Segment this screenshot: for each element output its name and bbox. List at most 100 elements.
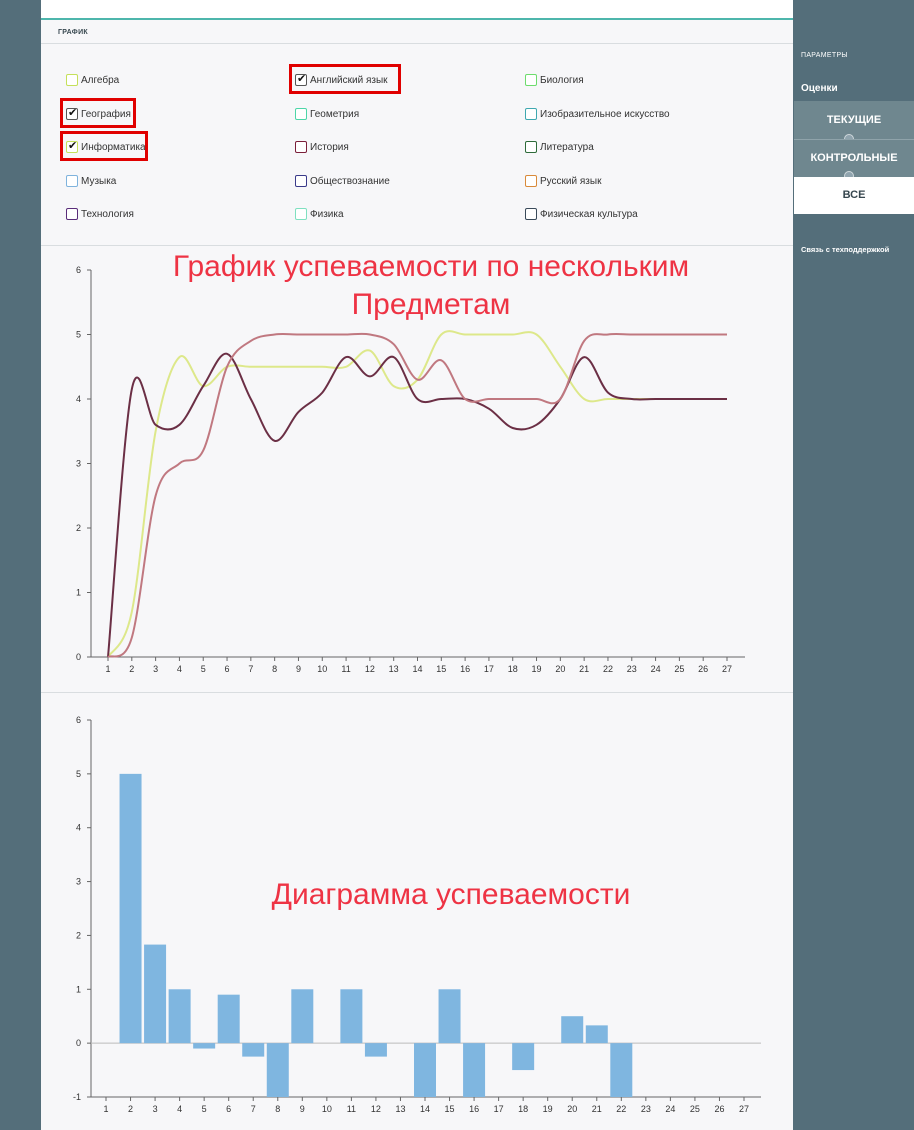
bar: [291, 989, 314, 1044]
x-tick-label: 26: [698, 664, 708, 674]
checkbox-box-icon[interactable]: [525, 141, 537, 153]
x-tick-label: 27: [722, 664, 732, 674]
checkbox-box-icon[interactable]: [525, 208, 537, 220]
subject-checkbox[interactable]: Обществознание: [295, 173, 390, 189]
grades-label: Оценки: [801, 83, 838, 94]
subject-checkbox[interactable]: Русский язык: [525, 173, 601, 189]
x-tick-label: 15: [436, 664, 446, 674]
checkbox-box-icon[interactable]: [66, 208, 78, 220]
support-link[interactable]: Связь с техподдержкой: [801, 245, 889, 254]
y-tick-label: 4: [76, 394, 81, 404]
series-line: [107, 332, 727, 658]
x-tick-label: 12: [371, 1104, 381, 1114]
bar: [561, 1016, 584, 1044]
subject-checkbox[interactable]: Геометрия: [295, 106, 359, 122]
x-tick-label: 13: [389, 664, 399, 674]
line-chart-title-line2: Предметам: [351, 288, 511, 321]
bar: [438, 989, 461, 1044]
subject-label: Обществознание: [310, 175, 390, 187]
subject-label: Геометрия: [310, 108, 360, 120]
sidebar: ПАРАМЕТРЫ Оценки ТЕКУЩИЕ КОНТРОЛЬНЫЕ ВСЕ…: [793, 0, 914, 1130]
all-grades-button[interactable]: ВСЕ: [794, 177, 914, 214]
y-tick-label: -1: [73, 1092, 81, 1102]
checkbox-box-icon[interactable]: [525, 108, 537, 120]
bar: [217, 994, 240, 1044]
x-tick-label: 23: [627, 664, 637, 674]
x-tick-label: 12: [365, 664, 375, 674]
bar: [144, 944, 167, 1044]
x-tick-label: 8: [272, 664, 277, 674]
checkbox-box-icon[interactable]: [295, 208, 307, 220]
y-tick-label: 0: [76, 652, 81, 662]
left-margin: [0, 0, 41, 1130]
y-tick-label: 1: [76, 984, 81, 994]
x-tick-label: 8: [275, 1104, 280, 1114]
divider: [41, 43, 793, 44]
x-tick-label: 11: [347, 1104, 356, 1114]
selection-highlight: [60, 98, 136, 128]
checkbox-box-icon[interactable]: [525, 74, 537, 86]
subject-checkbox[interactable]: Литература: [525, 139, 594, 155]
y-tick-label: 4: [76, 823, 81, 833]
subject-checkbox[interactable]: Биология: [525, 72, 584, 88]
top-bar: [41, 0, 793, 20]
subject-checkbox[interactable]: Физическая культура: [525, 206, 638, 222]
x-tick-label: 6: [225, 664, 230, 674]
x-tick-label: 1: [103, 1104, 108, 1114]
x-tick-label: 1: [105, 664, 110, 674]
x-tick-label: 20: [567, 1104, 577, 1114]
subject-checkbox[interactable]: Музыка: [66, 173, 116, 189]
x-tick-label: 16: [460, 664, 470, 674]
subject-checkbox[interactable]: Физика: [295, 206, 344, 222]
subject-label: Русский язык: [540, 175, 602, 187]
checkbox-box-icon[interactable]: [66, 175, 78, 187]
x-tick-label: 10: [317, 664, 327, 674]
subject-label: История: [310, 141, 349, 153]
x-tick-label: 21: [579, 664, 589, 674]
x-tick-label: 11: [341, 664, 350, 674]
subject-label: Физика: [310, 208, 344, 220]
bar: [266, 1043, 289, 1097]
x-tick-label: 25: [690, 1104, 700, 1114]
bar: [512, 1043, 535, 1071]
subject-label: Литература: [540, 141, 594, 153]
y-tick-label: 3: [76, 877, 81, 887]
x-tick-label: 7: [251, 1104, 256, 1114]
x-tick-label: 14: [412, 664, 422, 674]
checkbox-box-icon[interactable]: [295, 141, 307, 153]
x-tick-label: 5: [201, 664, 206, 674]
x-tick-label: 4: [177, 1104, 182, 1114]
control-grades-button[interactable]: КОНТРОЛЬНЫЕ: [794, 139, 914, 177]
subject-checkbox[interactable]: Алгебра: [66, 72, 119, 88]
checkbox-box-icon[interactable]: [525, 175, 537, 187]
y-tick-label: 2: [76, 930, 81, 940]
y-tick-label: 0: [76, 1038, 81, 1048]
bar: [364, 1043, 387, 1057]
checkbox-box-icon[interactable]: [295, 108, 307, 120]
x-tick-label: 19: [532, 664, 542, 674]
subject-checkbox[interactable]: Технология: [66, 206, 134, 222]
checkbox-box-icon[interactable]: [295, 175, 307, 187]
y-tick-label: 2: [76, 523, 81, 533]
x-tick-label: 17: [494, 1104, 504, 1114]
checkbox-box-icon[interactable]: [66, 74, 78, 86]
params-label: ПАРАМЕТРЫ: [801, 52, 848, 59]
current-grades-button[interactable]: ТЕКУЩИЕ: [794, 101, 914, 139]
subject-label: Алгебра: [81, 74, 120, 86]
x-tick-label: 21: [592, 1104, 602, 1114]
x-tick-label: 10: [322, 1104, 332, 1114]
subject-checkbox[interactable]: Изобразительное искусство: [525, 106, 670, 122]
subject-checkbox[interactable]: История: [295, 139, 349, 155]
selection-highlight: [60, 131, 148, 161]
bar-chart-title: Диаграмма успеваемости: [271, 878, 631, 911]
x-tick-label: 2: [128, 1104, 133, 1114]
subject-label: Физическая культура: [540, 208, 638, 220]
x-tick-label: 4: [177, 664, 182, 674]
x-tick-label: 23: [641, 1104, 651, 1114]
x-tick-label: 22: [603, 664, 613, 674]
y-tick-label: 5: [76, 769, 81, 779]
x-tick-label: 24: [665, 1104, 675, 1114]
x-tick-label: 17: [484, 664, 494, 674]
x-tick-label: 18: [518, 1104, 528, 1114]
y-tick-label: 5: [76, 330, 81, 340]
